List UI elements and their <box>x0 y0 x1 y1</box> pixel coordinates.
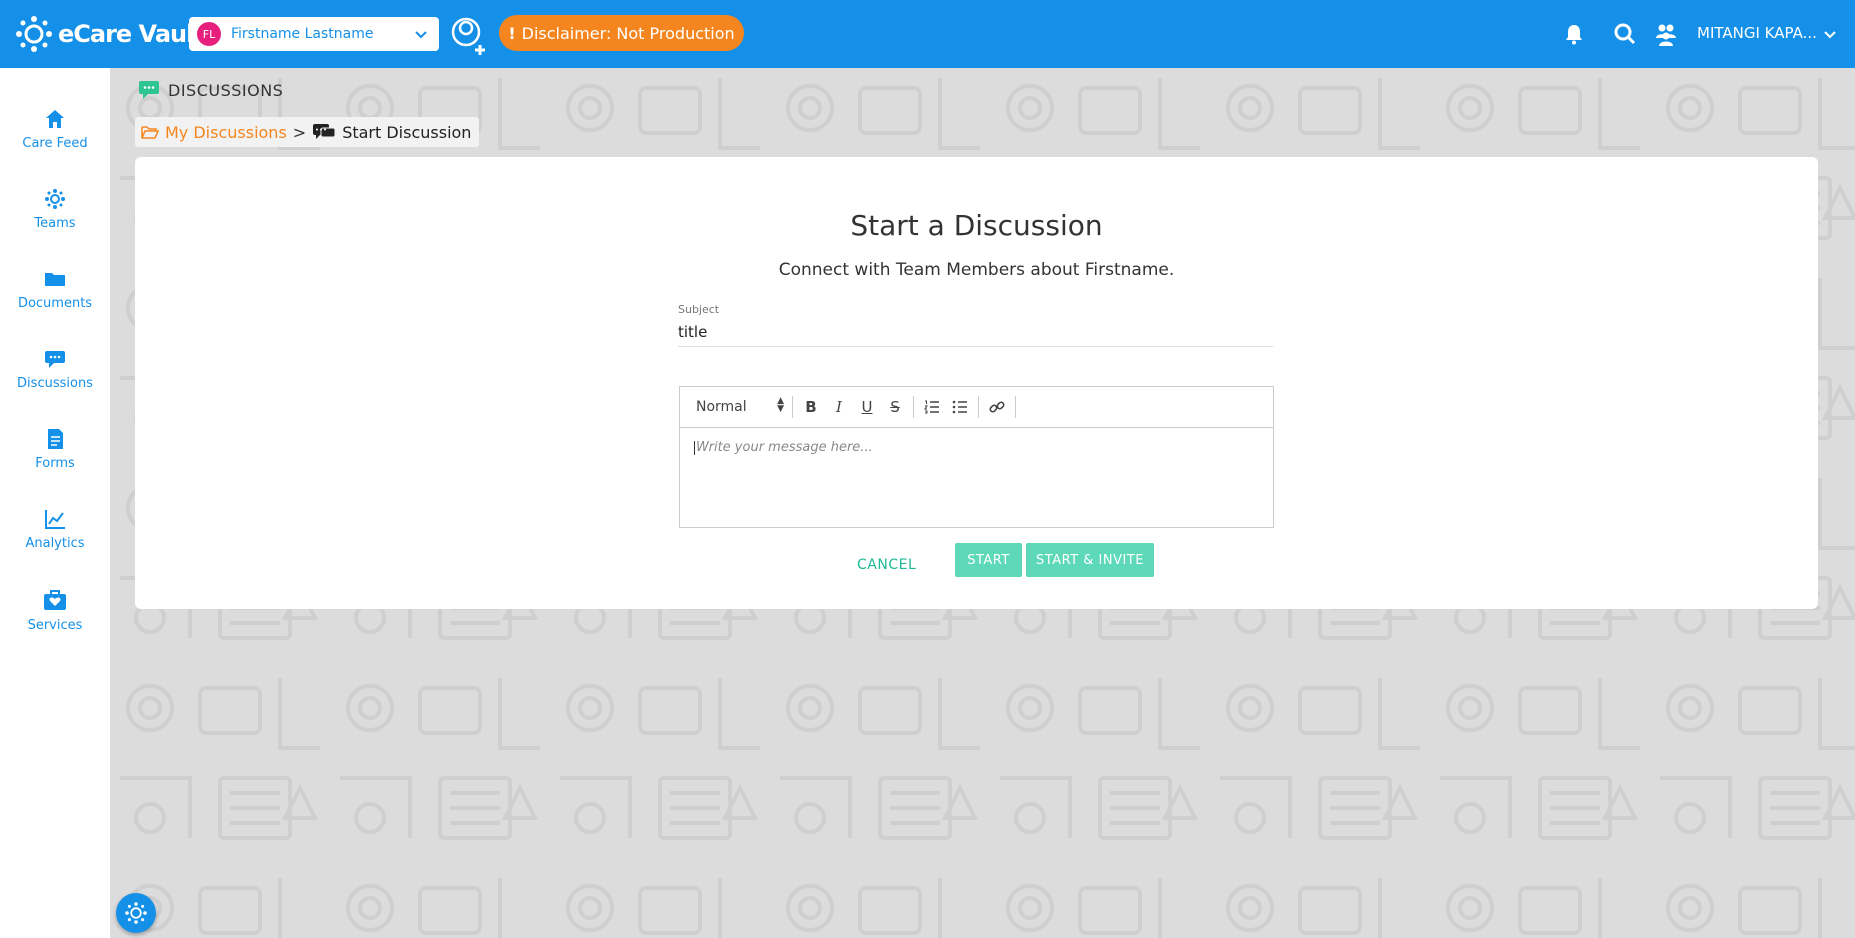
bullet-list-icon <box>952 400 967 414</box>
start-and-invite-button[interactable]: START & INVITE <box>1026 543 1154 577</box>
disclaimer-badge: ! Disclaimer: Not Production <box>499 15 744 51</box>
sidebar-item-label: Care Feed <box>22 136 88 151</box>
ordered-list-button[interactable] <box>918 393 946 421</box>
folder-open-icon <box>141 126 159 139</box>
patient-avatar: FL <box>197 22 221 46</box>
folder-icon <box>45 273 65 286</box>
disclaimer-mark: ! <box>508 23 516 43</box>
patient-name: Firstname Lastname <box>231 26 374 42</box>
brand[interactable]: eCare Vault <box>14 14 205 54</box>
analytics-icon <box>45 510 65 529</box>
top-bar: eCare Vault FL Firstname Lastname ! Disc… <box>0 0 1855 68</box>
ecare-logo-icon <box>125 902 147 924</box>
home-icon <box>46 110 64 128</box>
toolbar-divider <box>913 396 914 418</box>
link-button[interactable] <box>983 393 1011 421</box>
format-select-value: Normal <box>696 399 747 415</box>
text-caret <box>694 440 695 455</box>
sidebar-item-label: Discussions <box>17 376 93 391</box>
chat-bubbles-icon <box>313 124 336 139</box>
care-team-icon[interactable] <box>1654 22 1678 46</box>
chevron-down-icon <box>415 31 427 39</box>
cancel-button[interactable]: CANCEL <box>857 557 916 573</box>
page-title: Start a Discussion <box>850 209 1103 242</box>
start-button[interactable]: START <box>955 543 1022 577</box>
toolbar-divider <box>792 396 793 418</box>
italic-button[interactable]: I <box>825 393 853 421</box>
bullet-list-button[interactable] <box>946 393 974 421</box>
toolbar-divider <box>1015 396 1016 418</box>
strikethrough-button[interactable]: S <box>881 393 909 421</box>
add-person-icon[interactable] <box>450 16 490 56</box>
user-menu-name[interactable]: MITANGI KAPA... <box>1697 24 1817 42</box>
breadcrumb-my-discussions[interactable]: My Discussions <box>165 123 287 142</box>
sidebar: Care Feed Teams Documents Discussions Fo… <box>0 68 110 938</box>
page-subtitle: Connect with Team Members about Firstnam… <box>778 260 1175 280</box>
section-header: DISCUSSIONS <box>138 80 283 100</box>
sidebar-item-discussions[interactable]: Discussions <box>0 348 110 391</box>
sidebar-item-label: Documents <box>17 296 93 311</box>
sidebar-item-forms[interactable]: Forms <box>0 428 110 471</box>
disclaimer-text: Disclaimer: Not Production <box>521 23 735 43</box>
link-icon <box>989 401 1005 413</box>
start-discussion-card: Start a Discussion Connect with Team Mem… <box>135 157 1818 609</box>
discussions-icon <box>139 81 159 99</box>
sidebar-item-services[interactable]: Services <box>0 588 110 633</box>
sidebar-item-label: Forms <box>35 456 75 471</box>
breadcrumb: My Discussions > Start Discussion <box>135 117 480 147</box>
search-icon[interactable] <box>1613 22 1637 46</box>
section-title: DISCUSSIONS <box>168 80 284 100</box>
forms-icon <box>48 429 63 449</box>
chevron-down-icon[interactable] <box>1822 27 1838 43</box>
ordered-list-icon <box>924 400 939 414</box>
format-select[interactable]: Normal ▲ ▼ <box>688 396 788 416</box>
sidebar-item-documents[interactable]: Documents <box>0 268 110 311</box>
sidebar-item-analytics[interactable]: Analytics <box>0 508 110 551</box>
sidebar-item-label: Analytics <box>25 536 85 551</box>
breadcrumb-separator: > <box>292 122 307 142</box>
underline-button[interactable]: U <box>853 393 881 421</box>
sidebar-item-teams[interactable]: Teams <box>0 188 110 231</box>
subject-label: Subject <box>678 303 720 316</box>
message-editor: Normal ▲ ▼ B I U S Write your message he… <box>679 386 1274 528</box>
patient-select[interactable]: FL Firstname Lastname <box>189 17 439 51</box>
message-placeholder: Write your message here... <box>696 440 873 455</box>
subject-input[interactable] <box>678 317 1273 347</box>
brand-name: eCare Vault <box>58 20 205 48</box>
bell-icon[interactable] <box>1562 22 1586 46</box>
sidebar-item-care-feed[interactable]: Care Feed <box>0 108 110 151</box>
help-fab-button[interactable] <box>116 893 156 933</box>
main-content: DISCUSSIONS My Discussions > Start Discu… <box>110 68 1855 938</box>
discussions-icon <box>45 351 65 368</box>
sidebar-item-label: Services <box>27 618 83 633</box>
ecare-logo-icon <box>16 16 52 52</box>
select-arrows-icon: ▲ ▼ <box>777 396 784 414</box>
teams-icon <box>45 189 65 209</box>
toolbar-divider <box>978 396 979 418</box>
services-icon <box>44 590 66 610</box>
breadcrumb-current: Start Discussion <box>342 122 472 142</box>
message-input[interactable]: Write your message here... <box>680 428 1273 467</box>
sidebar-item-label: Teams <box>34 216 76 231</box>
bold-button[interactable]: B <box>797 393 825 421</box>
editor-toolbar: Normal ▲ ▼ B I U S <box>680 387 1273 428</box>
